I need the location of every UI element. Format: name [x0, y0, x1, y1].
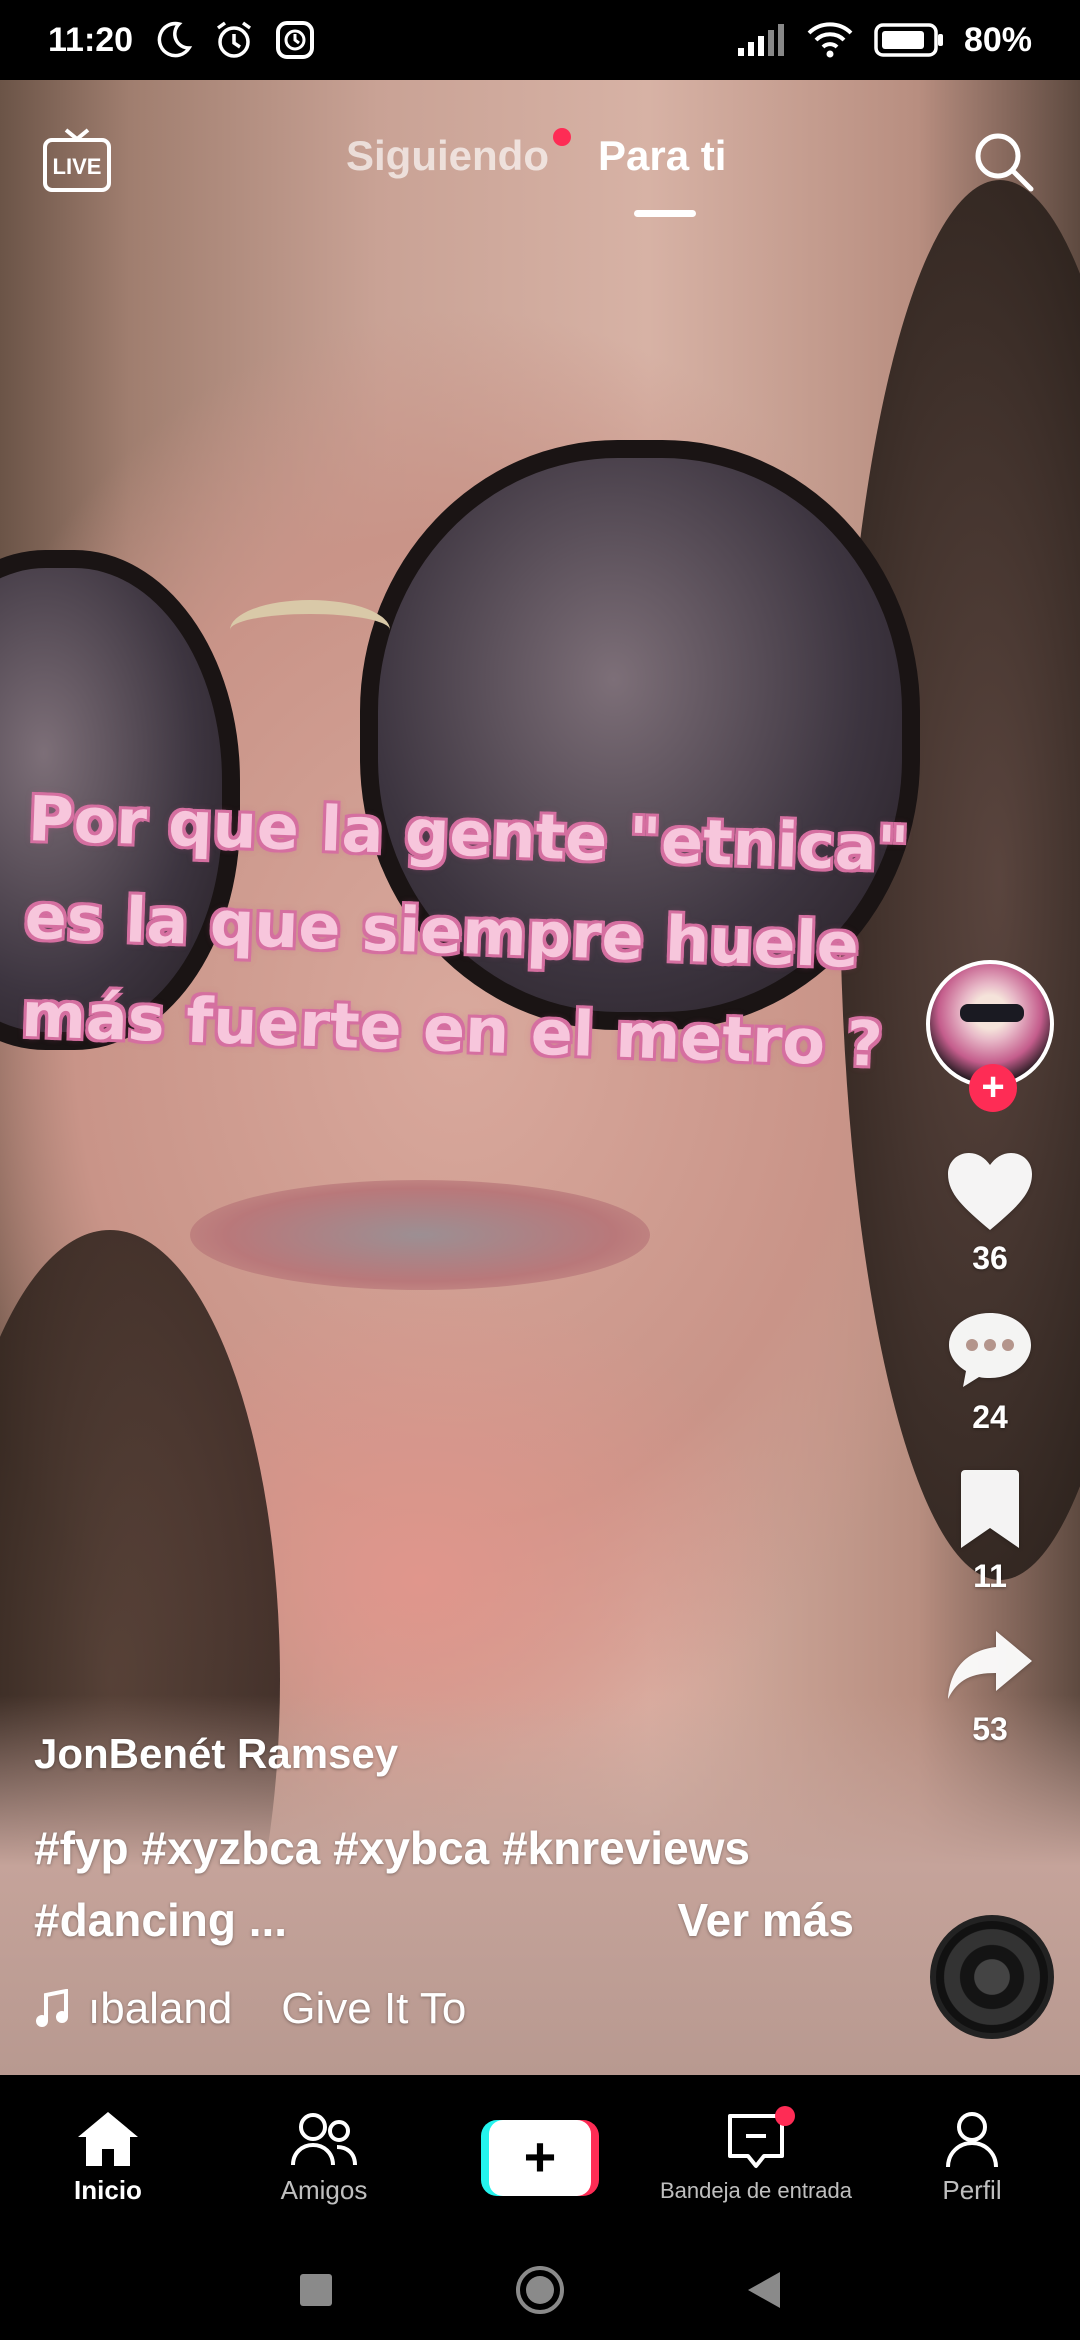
hashtags: #fyp #xyzbca #xybca #knreviews #dancing …	[34, 1812, 854, 1956]
live-label: LIVE	[53, 154, 102, 179]
back-icon[interactable]	[746, 2270, 782, 2310]
comment-count: 24	[972, 1399, 1008, 1435]
nav-label: Amigos	[280, 2175, 368, 2205]
share-button[interactable]: 53	[944, 1627, 1036, 1748]
create-button[interactable]: +	[481, 2119, 599, 2196]
video-overlay-text: Por que la gente "etnica" es la que siem…	[20, 770, 1020, 1098]
status-left: 11:20	[48, 19, 315, 61]
nav-profile[interactable]: Perfil	[867, 2109, 1077, 2206]
nav-friends[interactable]: Amigos	[219, 2109, 429, 2206]
system-nav-bar	[0, 2240, 1080, 2340]
moon-icon	[157, 21, 193, 58]
hashtags-row: #dancing ... Ver más	[34, 1884, 854, 1956]
recents-icon[interactable]	[298, 2272, 334, 2308]
tab-following[interactable]: Siguiendo	[346, 128, 571, 180]
nav-label: Perfil	[942, 2175, 1002, 2205]
nav-label: Inicio	[74, 2175, 142, 2205]
music-note-icon	[36, 1989, 68, 2027]
music-row[interactable]: ıbaland Give It To	[34, 1984, 854, 2034]
creator-avatar[interactable]: +	[926, 960, 1054, 1112]
active-tab-indicator	[634, 210, 696, 217]
wifi-icon	[807, 22, 853, 58]
status-right: 80%	[736, 21, 1032, 60]
home-icon	[78, 2112, 138, 2166]
hashtags-line[interactable]: #dancing ...	[34, 1884, 287, 1956]
status-bar: 11:20 80%	[0, 0, 1080, 80]
app-notification-icon	[276, 21, 315, 59]
music-title: ıbaland Give It To	[88, 1984, 467, 2033]
see-more-link[interactable]: Ver más	[678, 1884, 854, 1956]
tab-label: Para ti	[598, 132, 727, 179]
heart-icon	[948, 1153, 1032, 1230]
save-button[interactable]: 11	[955, 1468, 1025, 1595]
sunglasses-bridge	[230, 600, 390, 660]
comment-icon	[949, 1313, 1031, 1387]
creator-name[interactable]: JonBenét Ramsey	[34, 1730, 854, 1778]
search-icon[interactable]	[970, 128, 1036, 194]
share-count: 53	[972, 1711, 1008, 1747]
tab-label: Siguiendo	[346, 132, 549, 179]
action-rail: + 36 24 11 53	[920, 960, 1060, 1748]
status-time: 11:20	[48, 20, 134, 59]
video-frame-detail	[190, 1180, 650, 1290]
comment-button[interactable]: 24	[945, 1309, 1035, 1436]
bookmark-icon	[961, 1470, 1019, 1548]
hashtags-line[interactable]: #fyp #xyzbca #xybca #knreviews	[34, 1812, 854, 1884]
share-arrow-icon	[948, 1631, 1032, 1699]
nav-inbox[interactable]: Bandeja de entrada	[651, 2105, 861, 2204]
video-caption: JonBenét Ramsey #fyp #xyzbca #xybca #knr…	[34, 1730, 854, 2034]
tab-for-you[interactable]: Para ti	[598, 132, 726, 180]
nav-home[interactable]: Inicio	[3, 2109, 213, 2206]
notification-dot	[775, 2105, 795, 2126]
battery-icon	[874, 23, 943, 57]
plus-icon: +	[489, 2119, 591, 2196]
avatar-detail	[960, 1004, 1024, 1022]
follow-plus-button[interactable]: +	[969, 1064, 1017, 1112]
alarm-icon	[217, 21, 252, 58]
signal-icon	[737, 24, 784, 56]
home-circle-icon[interactable]	[514, 2264, 566, 2316]
notification-dot	[553, 128, 571, 146]
nav-create[interactable]: +	[435, 2119, 645, 2196]
live-icon[interactable]: LIVE	[42, 126, 112, 196]
like-button[interactable]: 36	[944, 1150, 1036, 1277]
like-count: 36	[972, 1240, 1008, 1276]
nav-label: Bandeja de entrada	[659, 2177, 853, 2203]
save-count: 11	[973, 1558, 1007, 1594]
bottom-nav: Inicio Amigos + Bandeja de entrada Perfi…	[0, 2075, 1080, 2240]
top-nav: LIVE Siguiendo Para ti	[0, 80, 1080, 240]
profile-icon	[946, 2112, 998, 2168]
friends-icon	[291, 2113, 357, 2166]
battery-percent: 80%	[963, 20, 1032, 59]
music-disc[interactable]	[930, 1915, 1054, 2039]
